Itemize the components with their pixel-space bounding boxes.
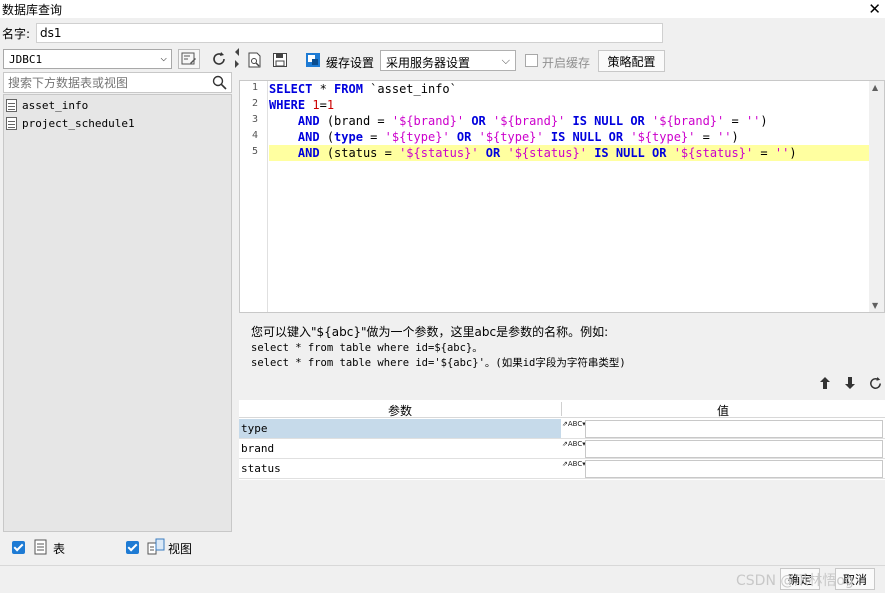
show-views-label: 视图 <box>168 542 193 556</box>
params-table: 参数 值 type ⇗ABC▾ brand ⇗ABC▾ status ⇗ABC▾ <box>239 400 885 480</box>
sql-editor[interactable]: 1 2 3 4 5 SELECT * FROM `asset_info` WHE… <box>239 80 885 313</box>
cache-icon <box>306 53 320 67</box>
expand-right-icon[interactable] <box>235 60 240 68</box>
arrow-up-icon <box>820 377 830 389</box>
sql-line-3: AND (brand = '${brand}' OR '${brand}' IS… <box>297 114 768 128</box>
refresh-icon <box>869 376 881 389</box>
param-name: brand <box>241 442 275 455</box>
line-number: 2 <box>251 98 258 109</box>
sql-line-5: AND (status = '${status}' OR '${status}'… <box>269 145 869 161</box>
refresh-tables-button[interactable] <box>208 49 230 69</box>
refresh-params-button[interactable] <box>867 375 883 391</box>
tree-item-asset-info[interactable]: asset_info <box>6 97 88 114</box>
search-icon[interactable] <box>212 75 227 90</box>
watermark: CSDN @爪林悟og <box>736 573 854 589</box>
close-icon[interactable]: ✕ <box>868 0 881 18</box>
hint-line-2: select * from table where id=${abc}。 <box>251 342 483 354</box>
scroll-down-icon[interactable]: ▼ <box>872 301 878 310</box>
param-row-brand[interactable]: brand ⇗ABC▾ <box>239 439 885 459</box>
param-value-input[interactable] <box>585 460 883 478</box>
collapse-left-icon[interactable] <box>235 48 240 56</box>
hint-line-3: select * from table where id='${abc}'。(如… <box>251 357 626 369</box>
line-number-gutter: 1 2 3 4 5 <box>240 81 268 312</box>
param-value-input[interactable] <box>585 420 883 438</box>
preview-icon <box>248 52 261 68</box>
save-sql-button[interactable] <box>271 51 289 69</box>
enable-cache-checkbox[interactable] <box>525 54 538 67</box>
table-search-box[interactable] <box>3 72 232 93</box>
view-icon <box>147 538 165 555</box>
table-tree: asset_info project_schedule1 <box>3 94 232 532</box>
cache-mode-select[interactable]: 采用服务器设置 ⌵ <box>380 50 516 71</box>
param-name: type <box>239 419 561 438</box>
editor-scrollbar[interactable]: ▲ ▼ <box>869 81 884 312</box>
move-down-button[interactable] <box>842 375 858 391</box>
move-up-button[interactable] <box>817 375 833 391</box>
param-row-status[interactable]: status ⇗ABC▾ <box>239 459 885 479</box>
param-type-icon[interactable]: ⇗ABC▾ <box>561 439 586 458</box>
line-number: 3 <box>251 114 258 125</box>
name-input[interactable]: ds1 <box>36 23 663 43</box>
tree-item-project-schedule1[interactable]: project_schedule1 <box>6 115 135 132</box>
param-value-input[interactable] <box>585 440 883 458</box>
window-title: 数据库查询 <box>2 3 63 17</box>
preview-button[interactable] <box>246 51 264 69</box>
param-type-icon[interactable]: ⇗ABC▾ <box>561 419 586 438</box>
sql-line-1: SELECT * FROM `asset_info` <box>269 82 457 96</box>
sql-line-4: AND (type = '${type}' OR '${type}' IS NU… <box>297 130 739 144</box>
arrow-down-icon <box>845 377 855 389</box>
chevron-down-icon: ⌵ <box>501 54 510 67</box>
sql-line-2: WHERE 1=1 <box>269 98 335 112</box>
hint-line-1: 您可以键入"${abc}"做为一个参数，这里abc是参数的名称。例如: <box>251 325 609 339</box>
refresh-icon <box>213 52 225 65</box>
chevron-down-icon: ⌵ <box>160 51 167 64</box>
param-column-header: 参数 <box>387 404 412 418</box>
edit-connection-button[interactable] <box>178 49 200 69</box>
table-search-input[interactable] <box>4 73 204 92</box>
save-icon <box>273 53 287 67</box>
left-filter-bar: 表 视图 <box>3 533 232 561</box>
connection-select[interactable]: JDBC1 ⌵ <box>3 49 172 69</box>
table-name: asset_info <box>22 99 89 112</box>
param-type-icon[interactable]: ⇗ABC▾ <box>561 459 586 478</box>
line-number: 1 <box>251 82 258 93</box>
cache-settings-button[interactable] <box>304 51 322 69</box>
cache-settings-label: 缓存设置 <box>326 56 375 70</box>
table-name: project_schedule1 <box>22 117 135 130</box>
value-column-header: 值 <box>716 404 729 418</box>
title-bar <box>0 0 885 18</box>
show-tables-checkbox[interactable] <box>12 541 25 554</box>
line-number: 4 <box>251 130 258 141</box>
edit-connection-icon <box>181 52 196 65</box>
param-row-type[interactable]: type ⇗ABC▾ <box>239 419 885 439</box>
params-header: 参数 值 <box>239 400 885 418</box>
show-tables-label: 表 <box>53 542 66 556</box>
show-views-checkbox[interactable] <box>126 541 139 554</box>
strategy-config-button[interactable]: 策略配置 <box>598 50 665 72</box>
param-name: status <box>241 462 281 475</box>
cache-mode-value: 采用服务器设置 <box>386 56 471 70</box>
name-label: 名字: <box>2 27 31 41</box>
scroll-up-icon[interactable]: ▲ <box>872 83 878 92</box>
line-number: 5 <box>251 146 258 157</box>
connection-value: JDBC1 <box>9 53 43 66</box>
enable-cache-label: 开启缓存 <box>542 56 591 70</box>
table-icon <box>6 99 17 112</box>
table-icon <box>34 539 47 555</box>
table-icon <box>6 117 17 130</box>
